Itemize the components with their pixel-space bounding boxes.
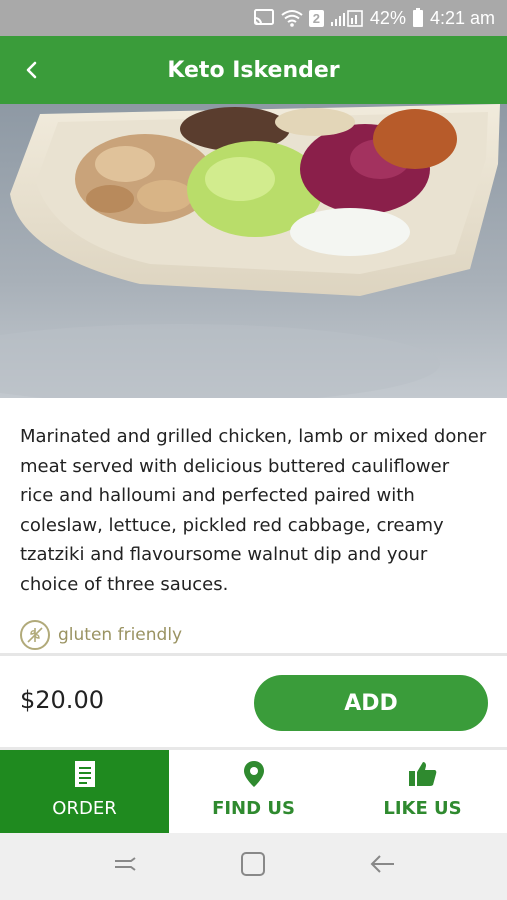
page-title: Keto Iskender: [167, 57, 340, 83]
tab-label: ORDER: [52, 798, 117, 819]
status-bar: 2 42% 4:21 am: [0, 0, 507, 36]
dish-description: Marinated and grilled chicken, lamb or m…: [20, 426, 487, 595]
price: $20.00: [20, 686, 104, 714]
tab-order[interactable]: ORDER: [0, 750, 169, 833]
diet-tag: gluten friendly: [20, 620, 182, 650]
tab-find-us[interactable]: FIND US: [169, 750, 338, 833]
menu-list-icon: [74, 761, 95, 787]
tab-label: LIKE US: [383, 798, 462, 819]
no-gluten-icon: [20, 620, 50, 650]
diet-label: gluten friendly: [58, 625, 183, 645]
back-button[interactable]: [16, 54, 48, 86]
location-pin-icon: [243, 761, 264, 787]
home-icon[interactable]: [240, 851, 266, 882]
order-bar: $20.00 ADD: [0, 656, 507, 748]
clock: 4:21 am: [429, 7, 495, 28]
recents-icon[interactable]: [111, 852, 139, 881]
thumbs-up-icon: [408, 762, 436, 786]
battery-icon: [412, 8, 424, 28]
dish-photo: [0, 104, 507, 398]
system-navigation: [0, 833, 507, 900]
wifi-icon: [281, 9, 303, 27]
cast-icon: [253, 9, 275, 27]
chevron-left-icon: [26, 61, 37, 79]
back-icon[interactable]: [368, 852, 396, 881]
app-header: Keto Iskender: [0, 36, 507, 104]
signal-icon: [330, 9, 364, 27]
tab-label: FIND US: [212, 798, 295, 819]
add-button[interactable]: ADD: [254, 675, 488, 731]
sim-badge: 2: [308, 9, 324, 27]
tab-like-us[interactable]: LIKE US: [338, 750, 507, 833]
battery-percent: 42%: [369, 7, 406, 28]
bottom-tab-bar: ORDER FIND US LIKE US: [0, 750, 507, 833]
